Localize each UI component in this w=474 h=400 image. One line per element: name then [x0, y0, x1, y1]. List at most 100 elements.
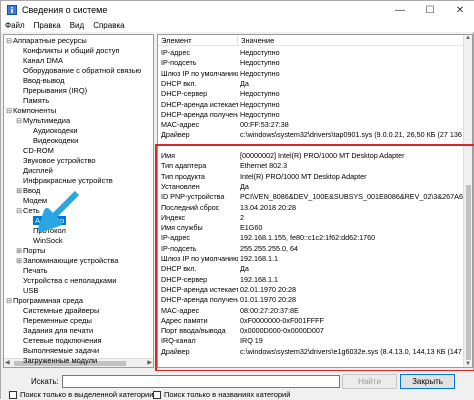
- tree-item[interactable]: Инфракрасные устройств: [15, 176, 113, 186]
- list-row[interactable]: Имя службы E1G60: [158, 223, 463, 232]
- tree-item[interactable]: Системные драйверы: [15, 306, 99, 316]
- list-scroll-thumb[interactable]: [466, 185, 471, 360]
- collapse-icon[interactable]: ⊟: [15, 117, 23, 127]
- tree-item[interactable]: Оборудование с обратной связью: [15, 66, 141, 76]
- tree-item[interactable]: ⊞Запоминающие устройства: [15, 256, 118, 266]
- list-row[interactable]: Установлен Да: [158, 182, 463, 191]
- close-icon[interactable]: ✕: [445, 1, 474, 19]
- list-cell-value: Недоступно: [240, 48, 280, 57]
- tree-item-label: Оборудование с обратной связью: [23, 66, 142, 75]
- tree-item-label: Загруженные модули: [23, 356, 98, 365]
- tree-item[interactable]: Задания для печати: [15, 326, 93, 336]
- menu-view[interactable]: Вид: [70, 21, 84, 30]
- search-label: Искать:: [31, 377, 59, 386]
- checkbox-category-names[interactable]: [153, 390, 161, 399]
- list-row[interactable]: DHCP-сервер 192.168.1.1: [158, 275, 463, 284]
- list-row[interactable]: Порт ввода/вывода 0x0000D000-0x0000D007: [158, 326, 463, 335]
- tree-item[interactable]: Прерывания (IRQ): [15, 86, 87, 96]
- list-row[interactable]: IP-адрес 192.168.1.155, fe80::c1c2:1f62:d…: [158, 233, 463, 242]
- list-row[interactable]: IRQ-канал IRQ 19: [158, 336, 463, 345]
- tree-item[interactable]: ⊟Программная среда: [5, 296, 83, 306]
- search-category-names-option[interactable]: Поиск только в названиях категорий: [153, 390, 290, 399]
- tree-item-label: Конфликты и общий доступ: [23, 46, 120, 55]
- scroll-down-icon[interactable]: ▼: [465, 361, 471, 367]
- list-cell-value: 01.01.1970 20:28: [240, 295, 296, 305]
- tree-item[interactable]: ⊟Аппаратные ресурсы: [5, 36, 87, 46]
- minimize-icon[interactable]: —: [385, 1, 415, 19]
- list-row[interactable]: Шлюз IP по умолчанию Недоступно: [158, 69, 463, 78]
- find-button[interactable]: Найти: [342, 374, 397, 389]
- list-cell-element: IRQ-канал: [161, 336, 196, 346]
- collapse-icon[interactable]: ⊟: [15, 207, 23, 217]
- list-row[interactable]: IP-подсеть Недоступно: [158, 58, 463, 67]
- list-cell-element: Имя: [161, 151, 175, 160]
- list-row[interactable]: DHCP-аренда истекает Недоступно: [158, 100, 463, 109]
- list-row[interactable]: Драйвер c:\windows\system32\drivers\e1g60…: [158, 347, 463, 356]
- tree-item[interactable]: ⊟Мультимедиа: [15, 116, 70, 126]
- list-row[interactable]: DHCP-сервер Недоступно: [158, 89, 463, 98]
- tree-item[interactable]: ⊟Сеть: [15, 206, 40, 216]
- list-row[interactable]: DHCP-аренда получена 01.01.1970 20:28: [158, 295, 463, 304]
- tree-item-label: Видеокодеки: [33, 136, 79, 145]
- list-row[interactable]: DHCP-аренда истекает 02.01.1970 20:28: [158, 285, 463, 294]
- collapse-icon[interactable]: ⊟: [5, 107, 13, 117]
- list-row[interactable]: DHCP вкл. Да: [158, 79, 463, 88]
- column-header-element[interactable]: Элемент: [158, 35, 238, 46]
- tree-item[interactable]: Дисплей: [15, 166, 53, 176]
- tree-item[interactable]: Печать: [15, 266, 48, 276]
- tree-item[interactable]: Конфликты и общий доступ: [15, 46, 120, 56]
- list-row[interactable]: MAC-адрес 00:FF:53:27:38: [158, 120, 463, 129]
- list-row[interactable]: Адрес памяти 0xF0000000-0xF001FFFF: [158, 316, 463, 325]
- list-row[interactable]: Шлюз IP по умолчанию 192.168.1.1: [158, 254, 463, 263]
- menu-file[interactable]: Файл: [5, 21, 25, 30]
- menu-edit[interactable]: Правка: [34, 21, 61, 30]
- checkbox-selected-category[interactable]: [9, 390, 17, 399]
- column-header-value[interactable]: Значение: [238, 35, 463, 46]
- collapse-icon[interactable]: ⊟: [5, 37, 13, 47]
- tree-item[interactable]: Звуковое устройство: [15, 156, 96, 166]
- tree-item[interactable]: Аудиокодеки: [25, 126, 78, 136]
- list-row[interactable]: DHCP-аренда получена Недоступно: [158, 110, 463, 119]
- list-row[interactable]: Имя [00000002] Intel(R) PRO/1000 MT Deskt…: [158, 151, 463, 160]
- scroll-up-icon[interactable]: ▲: [465, 35, 471, 41]
- tree-item[interactable]: ⊟Компоненты: [5, 106, 56, 116]
- list-row[interactable]: IP-адрес Недоступно: [158, 48, 463, 57]
- list-cell-element: Шлюз IP по умолчанию: [161, 68, 238, 78]
- list-vertical-scrollbar[interactable]: ▲ ▼: [463, 35, 472, 367]
- tree-item-label: Задания для печати: [23, 326, 94, 335]
- scroll-right-icon[interactable]: ▶: [147, 359, 152, 366]
- list-row[interactable]: ID PNP-устройства PCI\VEN_8086&DEV_100E&S…: [158, 192, 463, 201]
- tree-item[interactable]: Загруженные модули: [15, 356, 97, 366]
- tree-item[interactable]: Устройства с неполадками: [15, 276, 116, 286]
- list-row[interactable]: Индекс 2: [158, 213, 463, 222]
- list-row[interactable]: Тип адаптера Ethernet 802.3: [158, 161, 463, 170]
- tree-item[interactable]: Переменные среды: [15, 316, 92, 326]
- tree-item[interactable]: Память: [15, 96, 49, 106]
- scroll-left-icon[interactable]: ◀: [5, 359, 10, 366]
- tree-item[interactable]: WinSock: [25, 236, 63, 246]
- search-selected-category-option[interactable]: Поиск только в выделенной категории: [9, 390, 153, 399]
- list-row[interactable]: IP-подсеть 255.255.255.0, 64: [158, 244, 463, 253]
- search-input[interactable]: [62, 375, 340, 388]
- tree-item[interactable]: Ввод-вывод: [15, 76, 64, 86]
- menu-help[interactable]: Справка: [93, 21, 124, 30]
- maximize-icon[interactable]: ☐: [415, 1, 445, 19]
- close-button[interactable]: Закрыть: [400, 374, 455, 389]
- tree-item[interactable]: CD-ROM: [15, 146, 54, 156]
- tree-item[interactable]: Сетевые подключения: [15, 336, 102, 346]
- list-row[interactable]: [158, 141, 463, 150]
- tree-item[interactable]: USB: [15, 286, 38, 296]
- list-row[interactable]: Тип продукта Intel(R) PRO/1000 MT Desktop…: [158, 172, 463, 181]
- list-cell-value: [00000002] Intel(R) PRO/1000 MT Desktop …: [240, 151, 405, 160]
- tree-item[interactable]: ⊞Порты: [15, 246, 45, 256]
- tree-item[interactable]: Выполняемые задачи: [15, 346, 99, 356]
- tree-item[interactable]: Канал DMA: [15, 56, 63, 66]
- list-row[interactable]: DHCP вкл. Да: [158, 264, 463, 273]
- collapse-icon[interactable]: ⊟: [5, 297, 13, 307]
- list-row[interactable]: MAC-адрес 08:00:27:20:37:8E: [158, 306, 463, 315]
- list-row[interactable]: Драйвер c:\windows\system32\drivers\tap09…: [158, 130, 463, 139]
- details-list[interactable]: Элемент Значение ▲ ▼ IP-адрес Недоступно I…: [157, 34, 473, 368]
- tree-item-label: Компоненты: [13, 106, 57, 115]
- tree-item[interactable]: Видеокодеки: [25, 136, 78, 146]
- list-row[interactable]: Последний сброс 13.04.2018 20:28: [158, 203, 463, 212]
